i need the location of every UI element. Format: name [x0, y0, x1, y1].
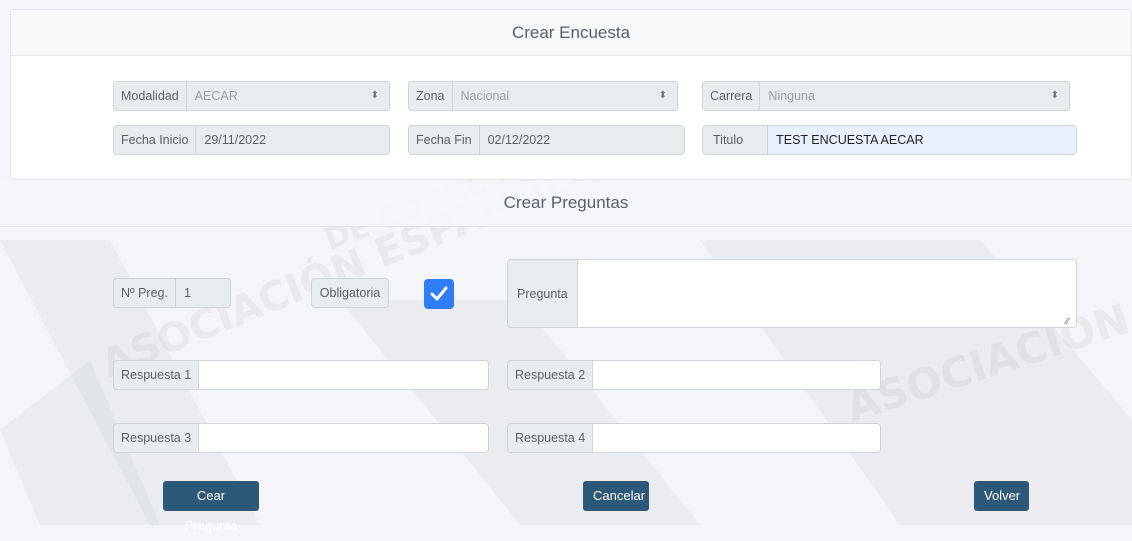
resize-handle-icon[interactable]: ∕∕	[1066, 316, 1069, 326]
titulo-input[interactable]: TEST ENCUESTA AECAR	[767, 125, 1077, 155]
respuesta4-input[interactable]	[592, 423, 881, 453]
fecha-inicio-field[interactable]: Fecha Inicio 29/11/2022	[113, 125, 390, 155]
carrera-value[interactable]: Ninguna ⬍	[759, 81, 1070, 111]
modalidad-selected-text: AECAR	[194, 89, 238, 103]
num-preg-input[interactable]: 1	[174, 278, 231, 308]
num-preg-label: Nº Preg.	[113, 278, 175, 308]
pregunta-label: Pregunta	[507, 259, 577, 328]
questions-section-title: Crear Preguntas	[0, 181, 1132, 227]
select-caret-icon: ⬍	[658, 90, 667, 101]
respuesta3-input[interactable]	[198, 423, 489, 453]
num-preg-field[interactable]: Nº Preg. 1	[113, 278, 231, 308]
back-button[interactable]: Volver	[974, 481, 1029, 511]
fecha-fin-input[interactable]: 02/12/2022	[478, 125, 685, 155]
pregunta-field[interactable]: Pregunta	[507, 259, 1077, 328]
survey-card-title: Crear Encuesta	[11, 10, 1131, 56]
zona-label: Zona	[408, 81, 452, 111]
fecha-fin-label: Fecha Fin	[408, 125, 479, 155]
fecha-inicio-input[interactable]: 29/11/2022	[195, 125, 390, 155]
fecha-fin-field[interactable]: Fecha Fin 02/12/2022	[408, 125, 685, 155]
checkmark-icon	[430, 286, 448, 301]
carrera-label: Carrera	[702, 81, 760, 111]
zona-selected-text: Nacional	[460, 89, 510, 103]
respuesta1-label: Respuesta 1	[113, 360, 199, 390]
respuesta4-field[interactable]: Respuesta 4	[507, 423, 881, 453]
zona-value[interactable]: Nacional ⬍	[451, 81, 678, 111]
respuesta3-field[interactable]: Respuesta 3	[113, 423, 489, 453]
obligatoria-label: Obligatoria	[311, 278, 389, 308]
modalidad-label: Modalidad	[113, 81, 186, 111]
carrera-selected-text: Ninguna	[768, 89, 815, 103]
cancel-button[interactable]: Cancelar	[583, 481, 649, 511]
modalidad-value[interactable]: AECAR ⬍	[185, 81, 390, 111]
zona-select[interactable]: Zona Nacional ⬍	[408, 81, 678, 111]
titulo-label: Titulo	[702, 125, 768, 155]
respuesta2-field[interactable]: Respuesta 2	[507, 360, 881, 390]
respuesta2-input[interactable]	[592, 360, 881, 390]
obligatoria-checkbox[interactable]	[424, 279, 454, 309]
fecha-inicio-label: Fecha Inicio	[113, 125, 196, 155]
create-question-button[interactable]: Cear Pregunta	[163, 481, 259, 533]
respuesta3-label: Respuesta 3	[113, 423, 199, 453]
titulo-field[interactable]: Titulo TEST ENCUESTA AECAR	[702, 125, 1077, 155]
carrera-select[interactable]: Carrera Ninguna ⬍	[702, 81, 1070, 111]
select-caret-icon: ⬍	[370, 90, 379, 101]
obligatoria-label-box: Obligatoria	[311, 278, 389, 308]
respuesta1-input[interactable]	[198, 360, 489, 390]
modalidad-select[interactable]: Modalidad AECAR ⬍	[113, 81, 390, 111]
respuesta4-label: Respuesta 4	[507, 423, 593, 453]
respuesta2-label: Respuesta 2	[507, 360, 593, 390]
select-caret-icon: ⬍	[1050, 90, 1059, 101]
pregunta-textarea[interactable]	[576, 259, 1077, 328]
respuesta1-field[interactable]: Respuesta 1	[113, 360, 489, 390]
